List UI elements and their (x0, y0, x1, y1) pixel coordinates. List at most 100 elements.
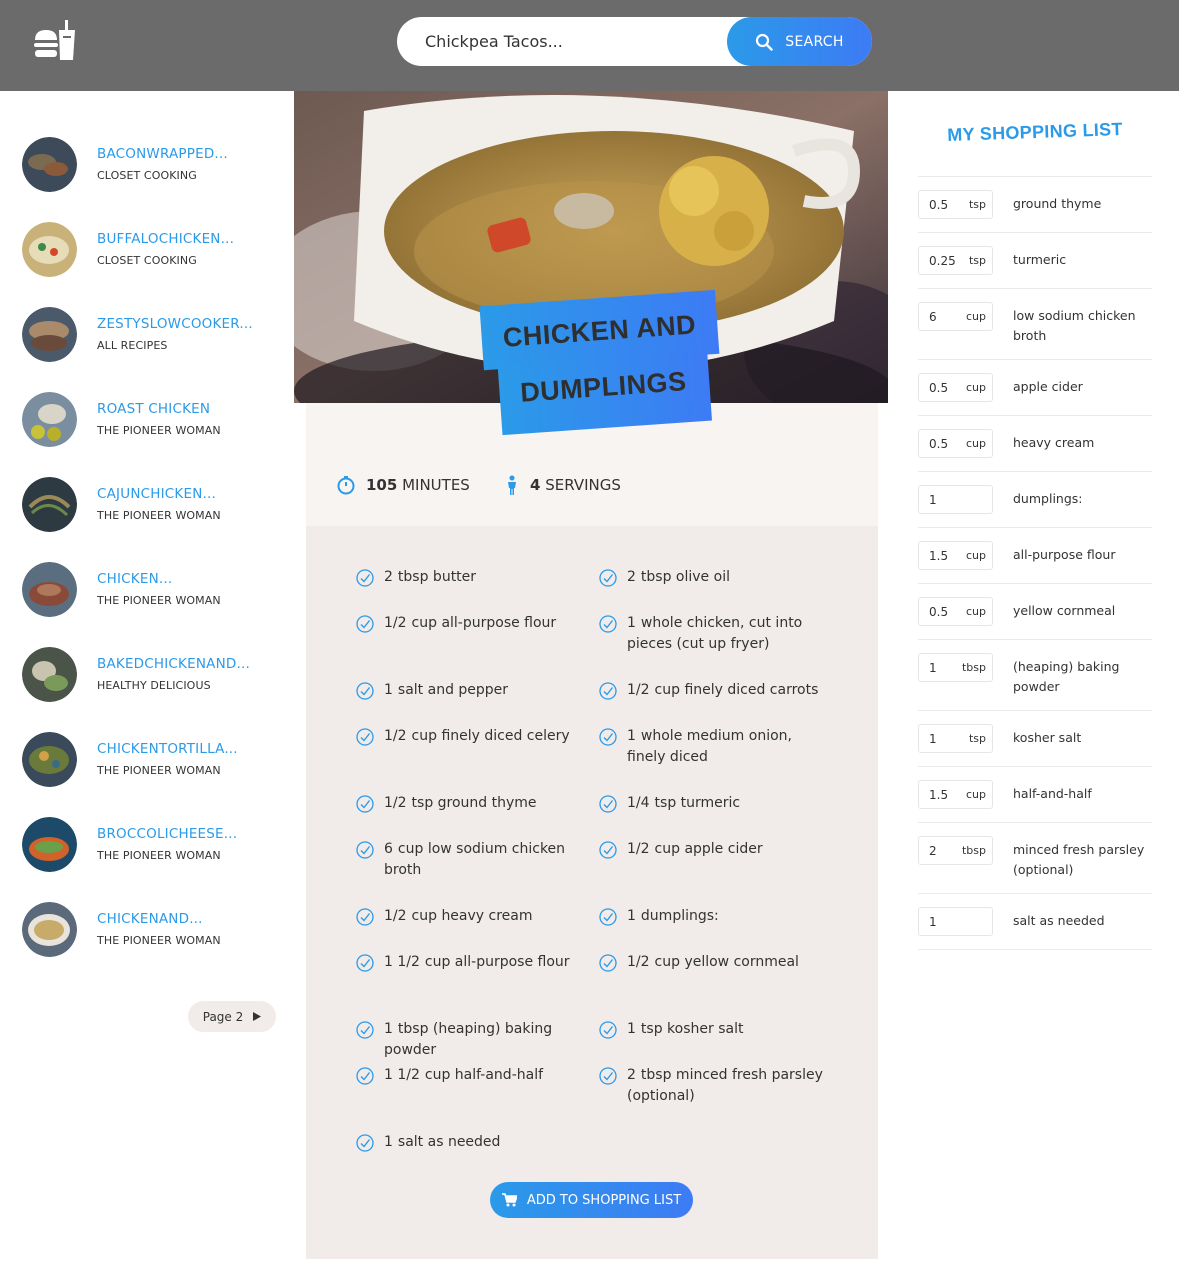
shopping-quantity-input[interactable]: 2 tbsp (918, 836, 993, 865)
shopping-list: 0.5 tsp ground thyme 0.25 tsp turmeric 6 cup low… (918, 176, 1152, 950)
result-item[interactable]: BROCCOLICHEESE... THE PIONEER WOMAN (22, 816, 282, 872)
ingredient-description: whole chicken, cut into pieces (cut up f… (627, 615, 803, 652)
ingredient-description: tsp ground thyme (411, 795, 537, 811)
shopping-quantity-input[interactable]: 1 (918, 907, 993, 936)
shopping-quantity-input[interactable]: 0.5 tsp (918, 190, 993, 219)
search-icon (756, 33, 773, 51)
shopping-quantity-input[interactable]: 0.5 cup (918, 429, 993, 458)
result-item[interactable]: BAKEDCHICKENAND... HEALTHY DELICIOUS (22, 646, 282, 702)
shopping-unit: cup (965, 437, 986, 450)
ingredient-description: cup low sodium chicken broth (384, 841, 566, 878)
ingredient-quantity: 1/2 (384, 908, 407, 924)
shopping-quantity: 0.5 (929, 436, 949, 451)
check-icon (599, 1021, 617, 1039)
shopping-quantity-input[interactable]: 1.5 cup (918, 541, 993, 570)
shopping-quantity-input[interactable]: 0.5 cup (918, 597, 993, 626)
result-title: ZESTYSLOWCOOKER... (97, 316, 253, 332)
result-item[interactable]: CHICKEN... THE PIONEER WOMAN (22, 561, 282, 617)
logo-icon[interactable] (32, 18, 78, 64)
ingredient-item: 6 cup low sodium chicken broth (356, 839, 586, 881)
ingredient-description: tsp kosher salt (640, 1021, 744, 1037)
recipe-thumbnail (22, 816, 77, 872)
result-item[interactable]: ZESTYSLOWCOOKER... ALL RECIPES (22, 306, 282, 362)
shopping-quantity-input[interactable]: 1 (918, 485, 993, 514)
result-publisher: THE PIONEER WOMAN (97, 849, 221, 862)
ingredient-description: cup all-purpose flour (411, 615, 557, 631)
person-icon (508, 475, 516, 495)
shopping-quantity-input[interactable]: 6 cup (918, 302, 993, 331)
shopping-item-name: apple cider (1013, 379, 1083, 394)
check-icon (356, 795, 374, 813)
ingredient-item: 1 tbsp (heaping) baking powder (356, 1019, 586, 1061)
shopping-list-title: MY SHOPPING LIST (946, 118, 1124, 146)
search-results: BACONWRAPPED... CLOSET COOKING BUFFALOCHI… (0, 91, 294, 1269)
stopwatch-icon (337, 476, 355, 495)
result-title: ROAST CHICKEN (97, 401, 211, 417)
result-item[interactable]: CHICKENTORTILLA... THE PIONEER WOMAN (22, 731, 282, 787)
shopping-quantity: 1 (929, 492, 937, 507)
ingredient-quantity: 1 (627, 728, 636, 744)
check-icon (356, 682, 374, 700)
check-icon (599, 795, 617, 813)
result-item[interactable]: BACONWRAPPED... CLOSET COOKING (22, 136, 282, 192)
recipe-thumbnail (22, 391, 77, 447)
check-icon (356, 908, 374, 926)
result-item[interactable]: CAJUNCHICKEN... THE PIONEER WOMAN (22, 476, 282, 532)
check-icon (599, 728, 617, 746)
ingredient-description: cup half-and-half (424, 1067, 544, 1083)
ingredient-item: 1/2 cup all-purpose flour (356, 613, 586, 634)
ingredient-item: 1/2 cup finely diced celery (356, 726, 586, 747)
search-input[interactable] (425, 17, 725, 66)
check-icon (356, 728, 374, 746)
shopping-item-name: yellow cornmeal (1013, 603, 1116, 618)
check-icon (356, 841, 374, 859)
shopping-item-name: turmeric (1013, 252, 1067, 267)
shopping-quantity-input[interactable]: 1.5 cup (918, 780, 993, 809)
result-title: BAKEDCHICKENAND... (97, 656, 250, 672)
ingredient-quantity: 1/2 (627, 954, 650, 970)
next-page-button[interactable]: Page 2 (188, 1001, 276, 1032)
recipe-thumbnail (22, 561, 77, 617)
shopping-unit: cup (965, 605, 986, 618)
shopping-item-name: dumplings: (1013, 491, 1083, 506)
result-item[interactable]: ROAST CHICKEN THE PIONEER WOMAN (22, 391, 282, 447)
ingredient-quantity: 6 (384, 841, 393, 857)
cook-time-value: 105 (366, 476, 398, 494)
recipe-thumbnail (22, 221, 77, 277)
cart-icon (501, 1193, 517, 1207)
shopping-unit: tsp (968, 254, 986, 267)
check-icon (356, 1134, 374, 1152)
ingredient-quantity: 1/2 (627, 682, 650, 698)
shopping-quantity: 1.5 (929, 787, 949, 802)
add-to-shopping-list-button[interactable]: ADD TO SHOPPING LIST (490, 1182, 693, 1218)
shopping-item-name: ground thyme (1013, 196, 1102, 211)
shopping-quantity: 1 (929, 731, 937, 746)
search-button[interactable]: SEARCH (727, 17, 872, 66)
ingredients-panel: 2 tbsp butter 2 tbsp olive oil 1/2 cup all-pu… (306, 526, 878, 1259)
check-icon (356, 1067, 374, 1085)
result-publisher: THE PIONEER WOMAN (97, 509, 221, 522)
check-icon (356, 569, 374, 587)
ingredient-description: cup finely diced celery (411, 728, 570, 744)
ingredient-quantity: 1/2 (384, 728, 407, 744)
shopping-item-name: heavy cream (1013, 435, 1095, 450)
shopping-quantity-input[interactable]: 0.25 tsp (918, 246, 993, 275)
result-item[interactable]: BUFFALOCHICKEN... CLOSET COOKING (22, 221, 282, 277)
shopping-quantity-input[interactable]: 1 tbsp (918, 653, 993, 682)
shopping-unit: cup (965, 549, 986, 562)
shopping-list-item: 1.5 cup half-and-half (918, 767, 1152, 823)
check-icon (599, 569, 617, 587)
result-title: CHICKEN... (97, 571, 173, 587)
shopping-item-name: salt as needed (1013, 913, 1105, 928)
ingredient-item: 1 whole chicken, cut into pieces (cut up … (599, 613, 829, 655)
ingredient-quantity: 1 1/2 (384, 954, 420, 970)
result-item[interactable]: CHICKENAND... THE PIONEER WOMAN (22, 901, 282, 957)
ingredient-description: tbsp (heaping) baking powder (384, 1021, 553, 1058)
shopping-quantity-input[interactable]: 0.5 cup (918, 373, 993, 402)
shopping-quantity-input[interactable]: 1 tsp (918, 724, 993, 753)
arrow-right-icon (253, 1012, 262, 1021)
shopping-list-item: 1 tsp kosher salt (918, 711, 1152, 767)
result-title: CHICKENAND... (97, 911, 203, 927)
ingredient-description: cup finely diced carrots (654, 682, 819, 698)
shopping-item-name: all-purpose flour (1013, 547, 1116, 562)
